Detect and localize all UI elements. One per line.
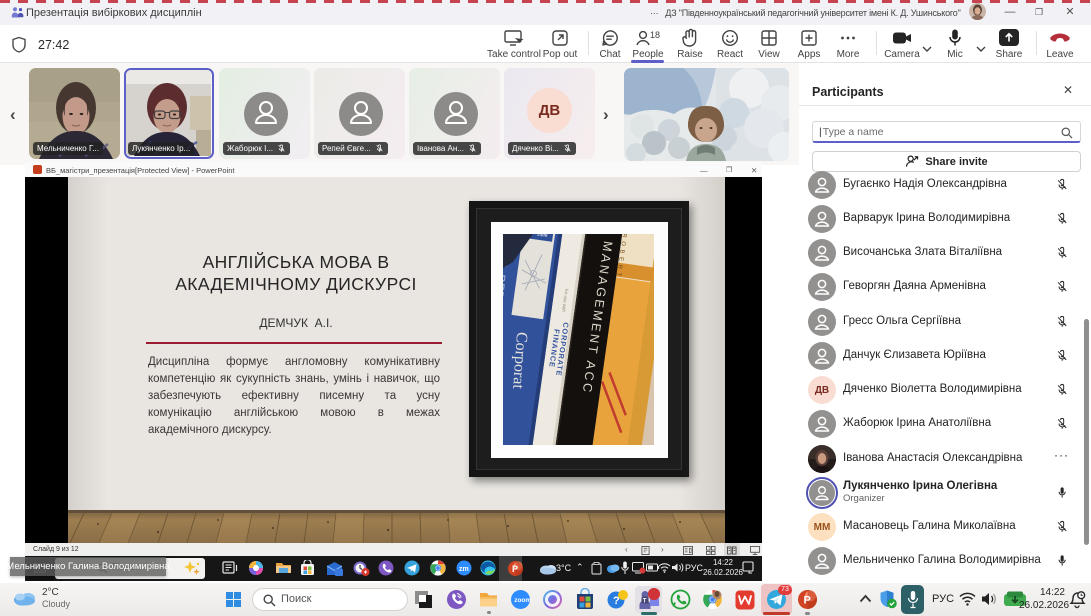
- svg-text:P: P: [804, 595, 811, 607]
- svg-text:zoom: zoom: [514, 597, 531, 604]
- svg-text:18: 18: [650, 30, 660, 40]
- svg-text:zm: zm: [459, 566, 469, 573]
- svg-text:P: P: [512, 564, 518, 574]
- svg-text:T: T: [643, 599, 647, 605]
